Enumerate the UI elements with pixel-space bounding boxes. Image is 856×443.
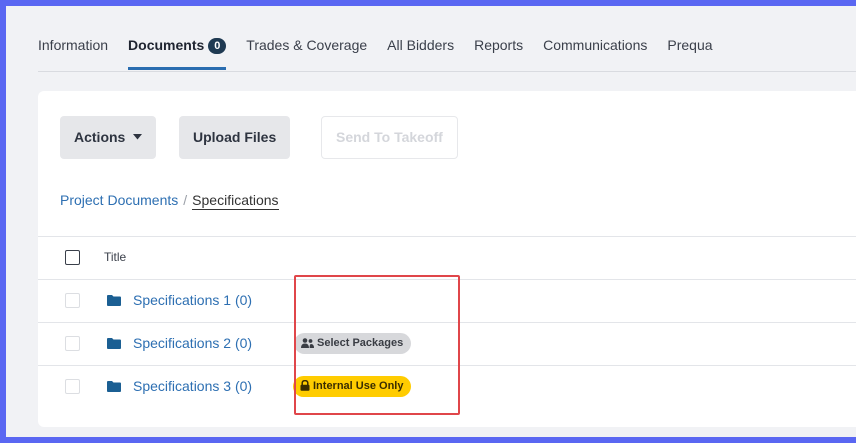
title-column-header[interactable]: Title [104,250,126,264]
table-header-row: Title [38,236,856,279]
caret-down-icon [133,134,143,140]
tab-all-bidders[interactable]: All Bidders [387,35,454,69]
folder-icon [107,381,121,392]
actions-button-label: Actions [74,129,126,145]
breadcrumb-project-documents[interactable]: Project Documents [60,192,178,208]
upload-files-button[interactable]: Upload Files [179,116,291,159]
send-to-takeoff-button[interactable]: Send To Takeoff [321,116,458,159]
tab-documents-label: Documents [128,37,205,53]
folder-link[interactable]: Specifications 3 (0) [133,378,252,394]
annotation-highlight-box [294,275,460,415]
folder-link[interactable]: Specifications 2 (0) [133,335,252,351]
folder-icon [107,295,121,306]
breadcrumb-separator: / [183,192,188,208]
tab-documents[interactable]: Documents 0 [128,35,227,70]
breadcrumb-current: Specifications [192,192,279,210]
folder-icon [107,338,121,349]
breadcrumb: Project Documents / Specifications [60,192,279,210]
tab-information[interactable]: Information [38,35,108,69]
select-all-checkbox[interactable] [65,250,80,265]
tab-communications[interactable]: Communications [543,35,647,69]
row-checkbox[interactable] [65,293,80,308]
documents-count-badge: 0 [208,38,227,54]
tab-reports[interactable]: Reports [474,35,523,69]
row-checkbox[interactable] [65,379,80,394]
actions-button[interactable]: Actions [60,116,157,159]
tab-bar: Information Documents 0 Trades & Coverage… [38,35,856,72]
tab-prequalification[interactable]: Prequa [667,35,712,69]
tab-trades-coverage[interactable]: Trades & Coverage [246,35,367,69]
row-checkbox[interactable] [65,336,80,351]
folder-link[interactable]: Specifications 1 (0) [133,292,252,308]
app-frame: Information Documents 0 Trades & Coverage… [6,6,856,437]
